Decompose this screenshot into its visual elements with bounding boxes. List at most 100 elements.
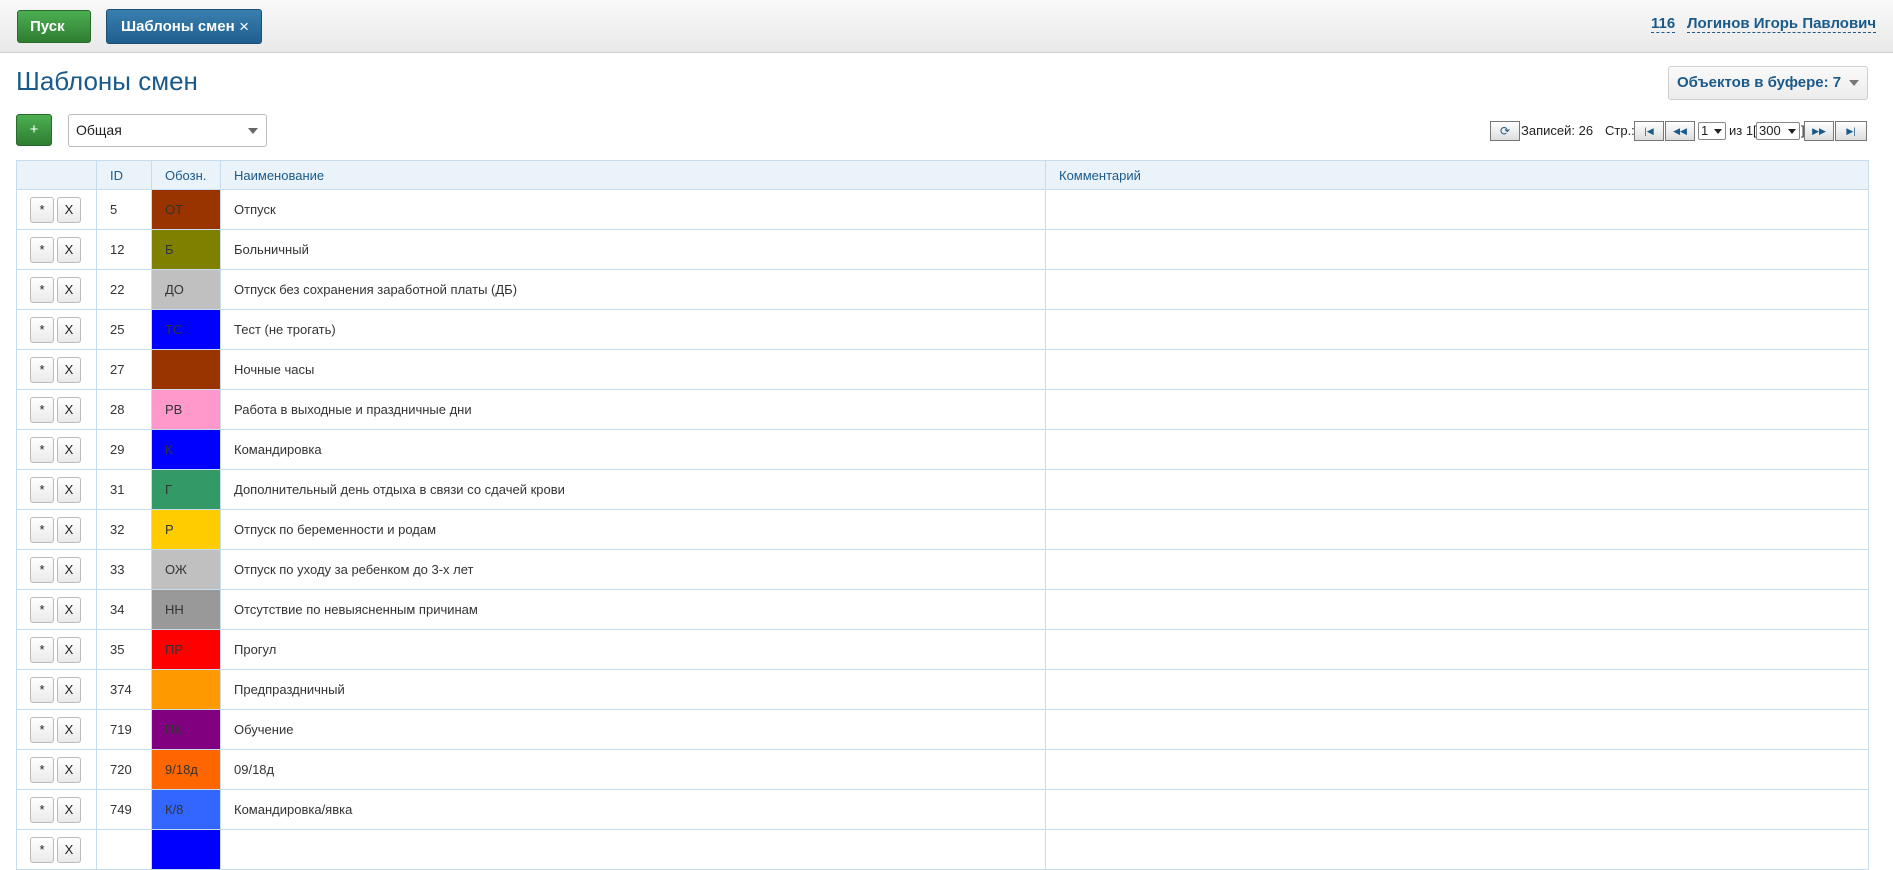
table-row[interactable]: * X 719 ПК Обучение (16, 709, 1869, 750)
cell-comment (1045, 389, 1869, 430)
delete-button[interactable]: X (57, 636, 81, 663)
first-page-button[interactable]: |◀ (1634, 121, 1664, 141)
user-name-link[interactable]: Логинов Игорь Павлович (1687, 15, 1877, 33)
cell-code: Б (151, 229, 221, 270)
delete-button[interactable]: X (57, 476, 81, 503)
delete-button[interactable]: X (57, 436, 81, 463)
buffer-label: Объектов в буфере: 7 (1677, 74, 1842, 91)
cell-code: 9/18д (151, 749, 221, 790)
cell-name: Отсутствие по невыясненным причинам (220, 589, 1046, 630)
cell-name: Работа в выходные и праздничные дни (220, 389, 1046, 430)
row-actions: * X (16, 229, 97, 270)
table-row[interactable]: * X 29 К Командировка (16, 429, 1869, 470)
table-row[interactable]: * X 25 ТС Тест (не трогать) (16, 309, 1869, 350)
records-count: Записей: 26 (1521, 123, 1594, 138)
cell-comment (1045, 309, 1869, 350)
buffer-dropdown[interactable]: Объектов в буфере: 7 (1668, 66, 1868, 100)
user-id-link[interactable]: 116 (1651, 15, 1676, 33)
edit-button[interactable]: * (30, 196, 54, 223)
last-page-icon: ▶| (1846, 126, 1856, 136)
tab-shift-templates[interactable]: Шаблоны смен × (106, 9, 262, 44)
cell-name: Отпуск без сохранения заработной платы (… (220, 269, 1046, 310)
delete-button[interactable]: X (57, 836, 81, 863)
refresh-button[interactable]: ⟳ (1490, 121, 1520, 141)
table-row[interactable]: * X 374 Предпраздничный (16, 669, 1869, 710)
edit-button[interactable]: * (30, 556, 54, 583)
table-row[interactable]: * X 749 К/8 Командировка/явка (16, 789, 1869, 830)
close-icon[interactable]: × (239, 10, 249, 43)
edit-button[interactable]: * (30, 796, 54, 823)
delete-button[interactable]: X (57, 236, 81, 263)
table-header-row: ID Обозн. Наименование Комментарий (16, 160, 1869, 190)
cell-name: Ночные часы (220, 349, 1046, 390)
delete-button[interactable]: X (57, 396, 81, 423)
column-header-code[interactable]: Обозн. (151, 160, 221, 190)
delete-button[interactable]: X (57, 196, 81, 223)
prev-page-button[interactable]: ◀◀ (1665, 121, 1695, 141)
table-row[interactable]: * X 31 Г Дополнительный день отдыха в связи … (16, 469, 1869, 510)
edit-button[interactable]: * (30, 236, 54, 263)
delete-button[interactable]: X (57, 276, 81, 303)
page-number-select[interactable]: 1 (1698, 122, 1726, 140)
table-row[interactable]: * X 22 ДО Отпуск без сохранения заработной п… (16, 269, 1869, 310)
edit-button[interactable]: * (30, 676, 54, 703)
column-header-name[interactable]: Наименование (220, 160, 1046, 190)
group-select[interactable]: Общая (68, 114, 267, 147)
delete-button[interactable]: X (57, 716, 81, 743)
table-row[interactable]: * X 33 ОЖ Отпуск по уходу за ребенком до 3-х… (16, 549, 1869, 590)
edit-button[interactable]: * (30, 356, 54, 383)
edit-button[interactable]: * (30, 316, 54, 343)
table-row[interactable]: * X 34 НН Отсутствие по невыясненным причина… (16, 589, 1869, 630)
table-row[interactable]: * X 12 Б Больничный (16, 229, 1869, 270)
edit-button[interactable]: * (30, 396, 54, 423)
column-header-id[interactable]: ID (96, 160, 152, 190)
table-row[interactable]: * X 5 ОТ Отпуск (16, 189, 1869, 230)
cell-code: ТС (151, 309, 221, 350)
cell-comment (1045, 589, 1869, 630)
table-row[interactable]: * X 32 Р Отпуск по беременности и родам (16, 509, 1869, 550)
page-size-value: 300 (1759, 123, 1781, 138)
edit-button[interactable]: * (30, 596, 54, 623)
first-page-icon: |◀ (1644, 126, 1654, 136)
table-row[interactable]: * X 720 9/18д 09/18д (16, 749, 1869, 790)
delete-button[interactable]: X (57, 756, 81, 783)
last-page-button[interactable]: ▶| (1835, 121, 1867, 141)
cell-comment (1045, 229, 1869, 270)
delete-button[interactable]: X (57, 676, 81, 703)
page-size-select[interactable]: 300 (1756, 122, 1800, 140)
delete-button[interactable]: X (57, 516, 81, 543)
edit-button[interactable]: * (30, 756, 54, 783)
next-page-icon: ▶▶ (1812, 126, 1826, 136)
delete-button[interactable]: X (57, 316, 81, 343)
table-body: * X 5 ОТ Отпуск * X 12 Б Больничный * X 22 ДО Отпуск б… (16, 189, 1869, 870)
cell-code: К (151, 429, 221, 470)
start-button[interactable]: Пуск (17, 10, 91, 43)
row-actions: * X (16, 829, 97, 870)
chevron-down-icon (248, 128, 258, 134)
edit-button[interactable]: * (30, 636, 54, 663)
delete-button[interactable]: X (57, 556, 81, 583)
table-row[interactable]: * X 27 Ночные часы (16, 349, 1869, 390)
edit-button[interactable]: * (30, 516, 54, 543)
page-number-value: 1 (1701, 123, 1709, 138)
table-row[interactable]: * X 35 ПР Прогул (16, 629, 1869, 670)
cell-code (151, 669, 221, 710)
delete-button[interactable]: X (57, 596, 81, 623)
table-row[interactable]: * X (16, 829, 1869, 870)
edit-button[interactable]: * (30, 716, 54, 743)
cell-id: 27 (96, 349, 152, 390)
delete-button[interactable]: X (57, 356, 81, 383)
cell-id: 719 (96, 709, 152, 750)
next-page-button[interactable]: ▶▶ (1804, 121, 1834, 141)
edit-button[interactable]: * (30, 436, 54, 463)
edit-button[interactable]: * (30, 476, 54, 503)
add-button[interactable]: + (16, 114, 52, 146)
edit-button[interactable]: * (30, 276, 54, 303)
column-header-comment[interactable]: Комментарий (1045, 160, 1869, 190)
cell-name: Обучение (220, 709, 1046, 750)
cell-comment (1045, 789, 1869, 830)
delete-button[interactable]: X (57, 796, 81, 823)
cell-name: Тест (не трогать) (220, 309, 1046, 350)
table-row[interactable]: * X 28 РВ Работа в выходные и праздничные дн… (16, 389, 1869, 430)
edit-button[interactable]: * (30, 836, 54, 863)
